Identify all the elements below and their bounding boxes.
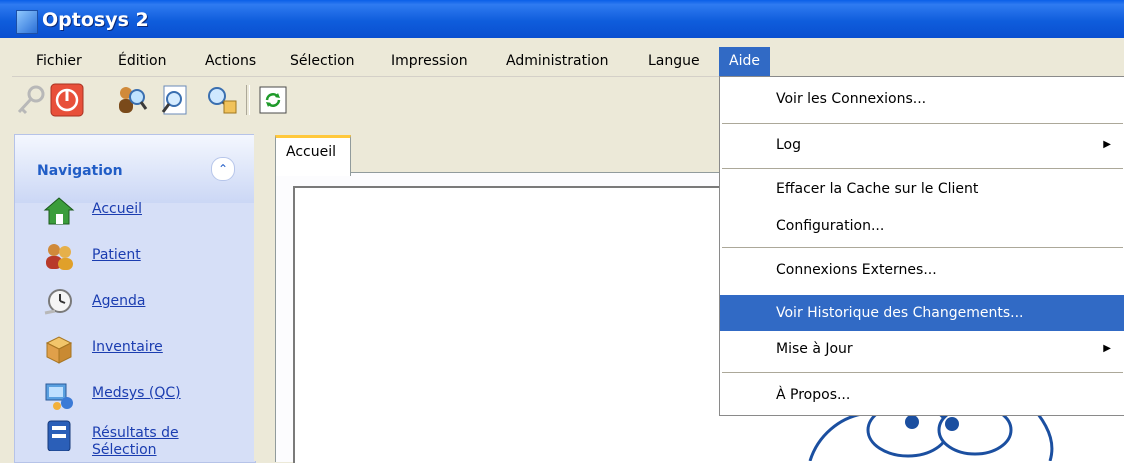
nav-label[interactable]: Accueil [92, 201, 142, 218]
menu-bar: Fichier Édition Actions Sélection Impres… [12, 47, 1124, 77]
window-title: Optosys 2 [42, 9, 149, 31]
menu-fichier[interactable]: Fichier [26, 47, 92, 76]
menu-aide[interactable]: Aide [719, 47, 770, 76]
search-person-icon[interactable] [114, 83, 148, 117]
menu-item-historique[interactable]: Voir Historique des Changements... [720, 295, 1124, 331]
clock-icon [44, 289, 72, 315]
aide-menu-dropdown: Voir les Connexions... Log ▶ Effacer la … [719, 76, 1124, 416]
menu-item-voir-connexions[interactable]: Voir les Connexions... [720, 81, 1124, 117]
menu-separator [722, 247, 1123, 248]
tab-accueil[interactable]: Accueil [275, 135, 351, 176]
menu-selection[interactable]: Sélection [280, 47, 365, 76]
menu-item-a-propos[interactable]: À Propos... [720, 377, 1124, 413]
refresh-icon[interactable] [256, 83, 290, 117]
menu-item-log[interactable]: Log ▶ [720, 127, 1124, 163]
toolbar-separator [246, 85, 250, 115]
patients-icon [46, 244, 73, 270]
submenu-arrow-icon: ▶ [1103, 139, 1111, 150]
menu-langue[interactable]: Langue [638, 47, 710, 76]
box-icon [45, 336, 73, 364]
navigation-header[interactable]: Navigation ⌃ [15, 135, 255, 203]
menu-item-mise-a-jour[interactable]: Mise à Jour ▶ [720, 331, 1124, 367]
menu-actions[interactable]: Actions [195, 47, 266, 76]
menu-item-effacer-cache[interactable]: Effacer la Cache sur le Client [720, 171, 1124, 207]
results-icon [47, 420, 71, 451]
nav-label[interactable]: Agenda [92, 293, 145, 310]
menu-item-configuration[interactable]: Configuration... [720, 208, 1124, 244]
title-bar[interactable]: Optosys 2 [0, 0, 1124, 38]
nav-label[interactable]: Inventaire [92, 339, 163, 356]
menu-item-connexions-externes[interactable]: Connexions Externes... [720, 252, 1124, 288]
chevron-double-up-icon[interactable]: ⌃ [211, 157, 235, 181]
power-icon[interactable] [50, 83, 84, 117]
menu-separator [722, 372, 1123, 373]
home-icon [43, 197, 75, 225]
menu-separator [722, 168, 1123, 169]
tab-label: Accueil [286, 144, 336, 160]
key-icon[interactable] [14, 83, 48, 117]
app-window-icon [16, 10, 38, 34]
menu-administration[interactable]: Administration [496, 47, 618, 76]
menu-impression[interactable]: Impression [381, 47, 478, 76]
navigation-panel: Navigation ⌃ Accueil Patient Agenda Inve… [14, 134, 256, 463]
search-document-icon[interactable] [158, 83, 192, 117]
navigation-title: Navigation [37, 163, 123, 179]
search-people-icon[interactable] [204, 83, 238, 117]
nav-label[interactable]: Résultats de Sélection [92, 425, 179, 459]
medsys-icon [45, 383, 73, 410]
submenu-arrow-icon: ▶ [1103, 343, 1111, 354]
menu-separator [722, 123, 1123, 124]
menu-edition[interactable]: Édition [108, 47, 176, 76]
nav-label[interactable]: Patient [92, 247, 141, 264]
nav-label[interactable]: Medsys (QC) [92, 385, 181, 402]
